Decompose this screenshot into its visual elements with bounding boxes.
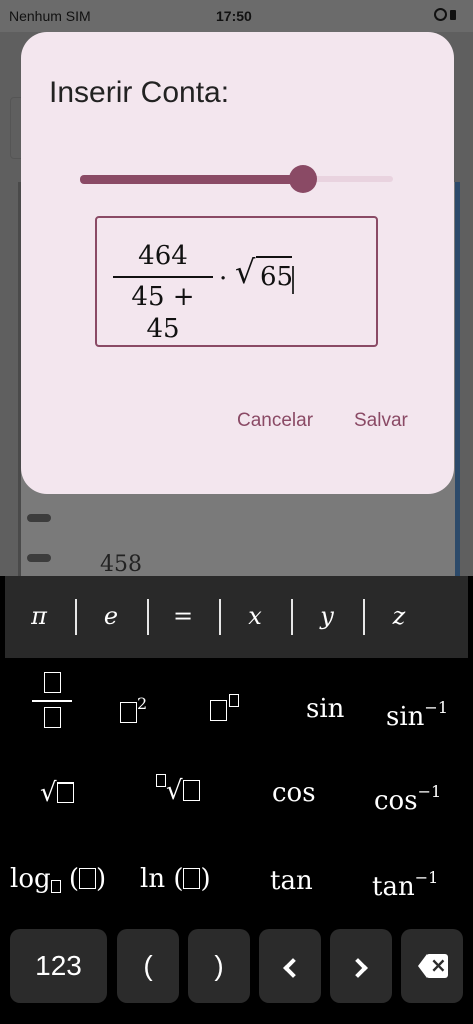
placeholder-box [79, 868, 97, 889]
sqrt-bar [256, 256, 292, 258]
variable-row: π e = x y z [5, 576, 468, 658]
alarm-icon [433, 6, 447, 21]
separator [75, 599, 77, 635]
sqrt-symbol-icon: √ [40, 778, 57, 808]
backspace-key[interactable]: × [401, 929, 463, 1003]
sqrt-symbol-icon: √ [166, 776, 183, 806]
arcsin-label: sin [386, 702, 425, 732]
placeholder-box [183, 868, 201, 889]
insert-expression-dialog: Inserir Conta: 464 45 + 45 · √ 65 Cancel… [21, 32, 454, 494]
backspace-icon: × [418, 953, 448, 978]
paren-open: ( [60, 864, 80, 894]
placeholder-box [120, 702, 137, 723]
placeholder-box [56, 782, 74, 803]
paren-open: ( [165, 864, 184, 894]
status-bar: Nenhum SIM 17:50 [0, 0, 473, 32]
placeholder-box-small [50, 880, 61, 893]
key-sin[interactable]: sin [306, 694, 344, 724]
separator [219, 599, 221, 635]
ln-label: ln [140, 864, 166, 894]
sqrt-radicand: 65 [260, 262, 294, 292]
arccos-label: cos [374, 786, 418, 816]
fraction-numerator: 464 [138, 241, 188, 271]
placeholder-box [43, 672, 61, 693]
key-ln[interactable]: ln () [140, 864, 211, 894]
superscript-2: 2 [137, 694, 148, 713]
fraction-bar [113, 276, 213, 278]
key-cos[interactable]: cos [272, 778, 316, 808]
fraction-denominator: 45 + 45 [131, 282, 195, 344]
cursor-left-key[interactable] [259, 929, 321, 1003]
numbers-key[interactable]: 123 [10, 929, 107, 1003]
separator [147, 599, 149, 635]
key-tan[interactable]: tan [270, 866, 313, 896]
separator [291, 599, 293, 635]
placeholder-box [43, 707, 61, 728]
dialog-title: Inserir Conta: [49, 76, 230, 109]
arctan-label: tan [372, 872, 415, 902]
open-paren-key[interactable]: ( [117, 929, 179, 1003]
key-nth-root[interactable]: √ [156, 774, 200, 806]
key-square[interactable]: 2 [120, 694, 147, 728]
background-value: 458 [100, 552, 142, 577]
separator [363, 599, 365, 635]
size-slider-fill [80, 175, 304, 184]
fraction: 464 45 + 45 [113, 240, 213, 345]
cancel-button[interactable]: Cancelar [237, 410, 313, 432]
key-log[interactable]: log () [10, 864, 106, 894]
multiply-operator: · [219, 264, 228, 294]
key-y[interactable]: y [297, 596, 357, 636]
close-paren-key[interactable]: ) [188, 929, 250, 1003]
key-z[interactable]: z [369, 596, 429, 636]
key-fraction[interactable] [32, 672, 72, 730]
key-arcsin[interactable]: sin−1 [386, 698, 448, 732]
log-label: log [10, 864, 51, 894]
placeholder-box-small [156, 774, 166, 787]
chevron-right-icon [348, 958, 368, 978]
key-arctan[interactable]: tan−1 [372, 868, 438, 902]
save-button[interactable]: Salvar [354, 410, 408, 432]
sqrt-sign-icon: √ [235, 253, 256, 291]
clock: 17:50 [216, 8, 252, 24]
status-icons [433, 6, 463, 24]
notebook-ring [27, 554, 51, 562]
notebook-ring [27, 514, 51, 522]
cursor-right-key[interactable] [330, 929, 392, 1003]
placeholder-box-small [229, 694, 239, 707]
key-pi[interactable]: π [9, 596, 69, 636]
key-arccos[interactable]: cos−1 [374, 782, 441, 816]
text-caret [292, 266, 294, 294]
chevron-left-icon [283, 958, 303, 978]
key-power[interactable] [210, 694, 239, 726]
key-equals[interactable]: = [153, 596, 213, 636]
math-input-field[interactable]: 464 45 + 45 · √ 65 [95, 216, 378, 347]
key-e[interactable]: e [81, 596, 141, 636]
paren-close: ) [200, 864, 211, 894]
key-x[interactable]: x [225, 596, 285, 636]
inverse-superscript: −1 [424, 698, 448, 717]
size-slider-thumb[interactable] [289, 165, 317, 193]
math-keyboard: π e = x y z 2 sin sin−1 √ √ cos cos−1 lo… [0, 576, 473, 1024]
battery-icon [450, 10, 456, 20]
inverse-superscript: −1 [417, 782, 442, 801]
inverse-superscript: −1 [414, 868, 439, 887]
paren-close: ) [96, 864, 107, 894]
placeholder-box [210, 700, 227, 721]
carrier-label: Nenhum SIM [9, 8, 91, 24]
key-sqrt[interactable]: √ [40, 778, 74, 808]
fraction-key-bar [32, 700, 72, 702]
placeholder-box [182, 780, 200, 801]
